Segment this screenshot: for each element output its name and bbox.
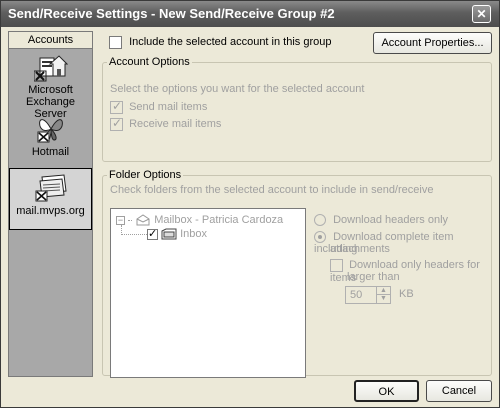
receive-mail-items-row[interactable]: ✓ Receive mail items [110,116,222,131]
receive-mail-items-label: Receive mail items [129,118,222,131]
tree-node-mailbox-label: Mailbox - Patricia Cardoza [154,213,284,226]
cancel-button[interactable]: Cancel [426,380,492,402]
download-complete-label-line2: attachments [330,243,390,255]
window-title: Send/Receive Settings - New Send/Receive… [8,6,335,21]
include-account-checkbox-row[interactable]: Include the selected account in this gro… [109,36,331,49]
size-spinner[interactable]: 50 ▲ ▼ [345,286,391,304]
account-options-group: Account Options Select the options you w… [102,56,492,162]
spin-up-icon[interactable]: ▲ [376,287,390,295]
account-properties-button[interactable]: Account Properties... [373,32,492,54]
tree-dotted-connector [128,219,133,221]
tree-node-inbox[interactable]: ✓ Inbox [147,227,207,241]
account-label-mvps: mail.mvps.org [16,205,85,217]
folder-options-group: Folder Options Check folders from the se… [102,169,492,378]
download-only-headers-checkbox[interactable] [330,259,343,272]
download-headers-only-radio[interactable] [314,214,326,227]
tree-horizontal-line [121,234,147,235]
account-options-hint: Select the options you want for the sele… [110,83,365,95]
include-account-checkbox[interactable] [109,36,122,49]
inbox-checkbox[interactable]: ✓ [147,228,158,240]
inbox-folder-icon [161,228,177,240]
accounts-header: Accounts [9,32,92,49]
include-account-label: Include the selected account in this gro… [129,36,332,49]
download-headers-only-row[interactable]: Download headers only [314,214,449,227]
mailbox-icon [136,214,150,226]
accounts-panel: Accounts Microsoft Exchange Server Hotma… [8,31,93,377]
close-icon: ✕ [476,7,487,21]
close-button[interactable]: ✕ [472,5,491,23]
spin-down-icon[interactable]: ▼ [376,295,390,303]
tree-node-mailbox[interactable]: − Mailbox - Patricia Cardoza [116,213,283,227]
download-complete-radio[interactable] [314,231,326,244]
send-mail-items-label: Send mail items [129,101,208,114]
receive-mail-items-checkbox[interactable]: ✓ [110,116,123,131]
account-label-hotmail: Hotmail [31,146,70,158]
account-item-exchange[interactable]: Microsoft Exchange Server [9,52,92,120]
ok-button[interactable]: OK [354,380,419,402]
size-spinner-value: 50 [350,289,363,301]
folder-tree[interactable]: − Mailbox - Patricia Cardoza ✓ Inbox [110,208,306,378]
folder-options-legend: Folder Options [109,169,182,181]
download-only-headers-label-line2: larger than [347,271,400,283]
collapse-icon[interactable]: − [116,215,125,225]
hotmail-butterfly-icon [37,119,63,143]
tree-node-inbox-label: Inbox [180,227,208,240]
exchange-server-icon [33,55,68,82]
size-unit-label: KB [399,288,414,300]
title-bar: Send/Receive Settings - New Send/Receive… [1,1,499,27]
account-item-hotmail[interactable]: Hotmail [9,114,92,158]
account-options-legend: Account Options [109,56,190,68]
send-receive-settings-dialog: Send/Receive Settings - New Send/Receive… [0,0,500,408]
pop-mail-account-icon [35,174,67,202]
download-headers-only-label: Download headers only [333,214,449,226]
send-mail-items-checkbox[interactable]: ✓ [110,99,123,114]
send-mail-items-row[interactable]: ✓ Send mail items [110,99,208,114]
folder-options-hint: Check folders from the selected account … [110,184,434,196]
account-item-mvps[interactable]: mail.mvps.org [9,168,92,230]
